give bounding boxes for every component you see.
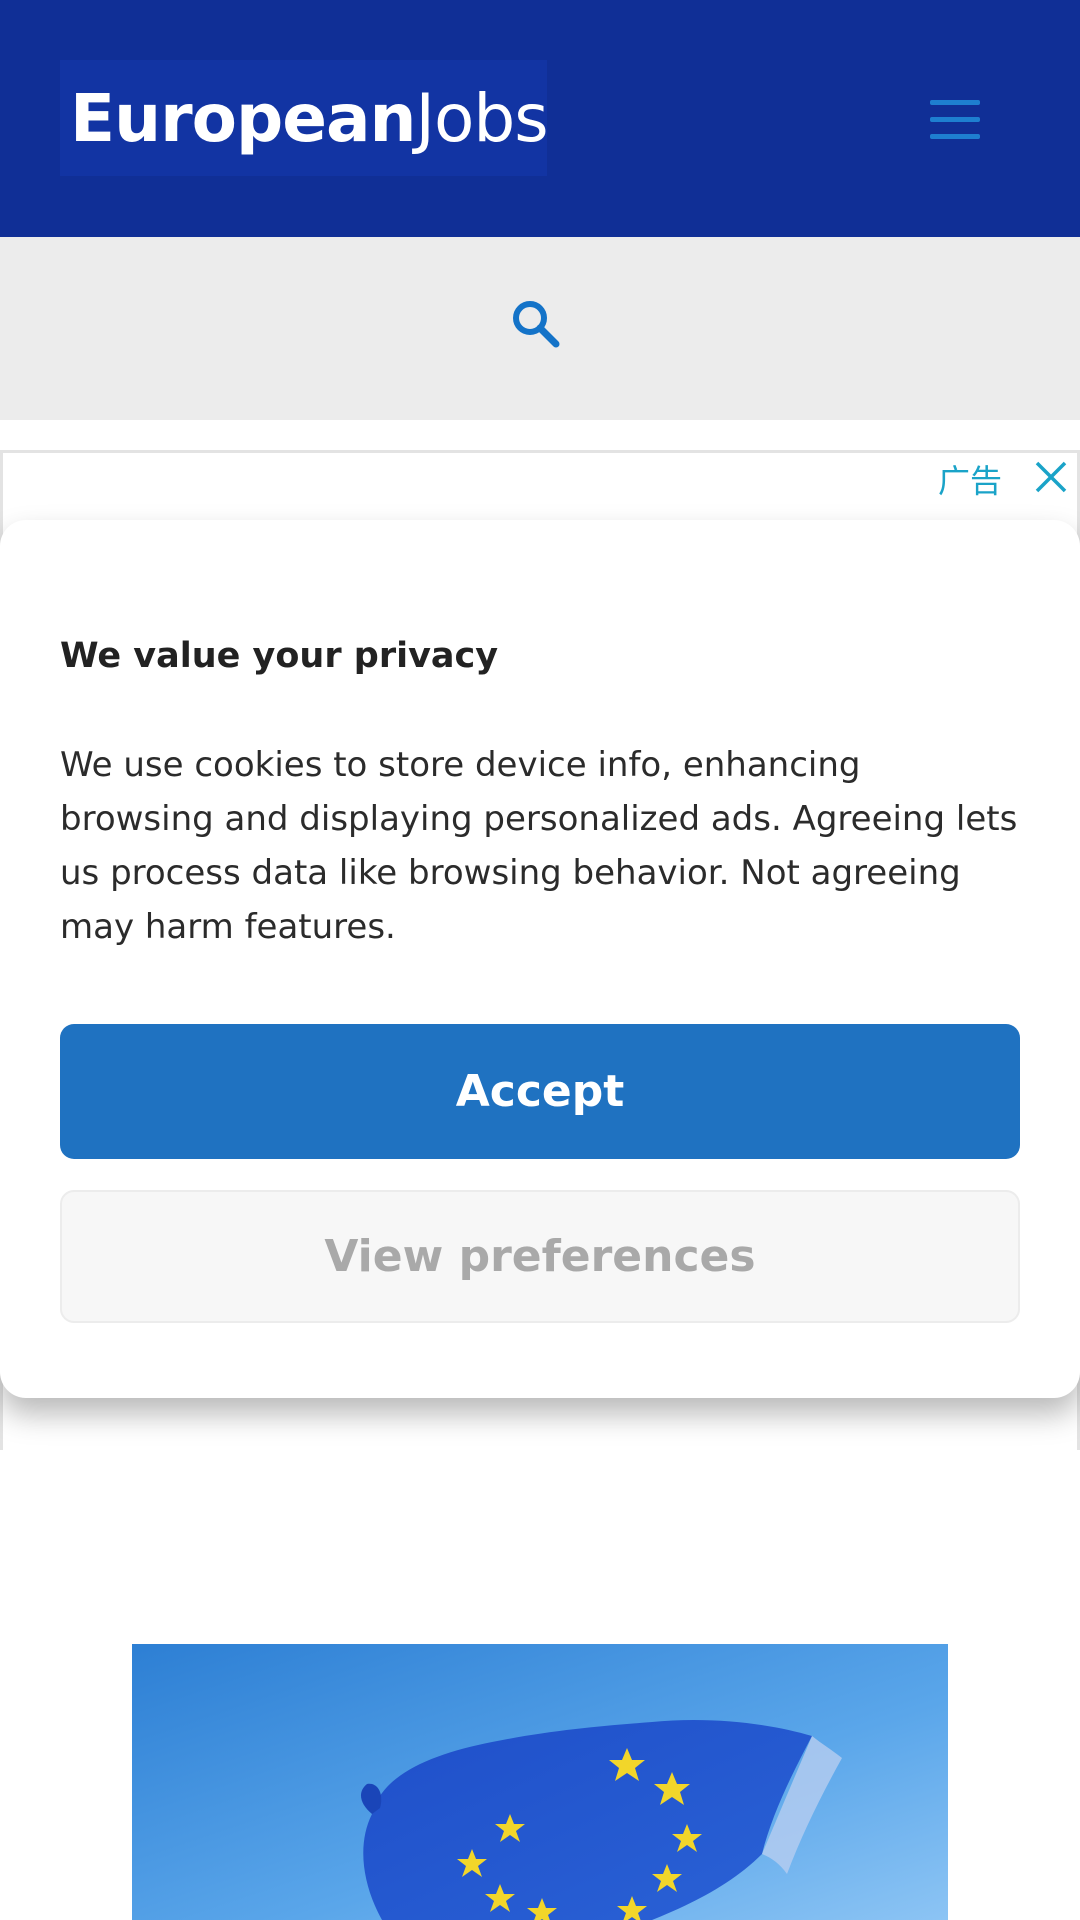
view-preferences-button[interactable]: View preferences: [60, 1190, 1020, 1323]
ad-label: 广告: [937, 462, 1002, 500]
consent-body-text: We use cookies to store device info, enh…: [60, 745, 1018, 947]
page: EuropeanJobs 广告 We value your privacy We…: [0, 0, 1080, 1920]
logo-text: EuropeanJobs: [70, 79, 549, 157]
logo-text-european: European: [70, 79, 416, 157]
consent-title: We value your privacy: [60, 636, 499, 676]
eu-flag-image: [132, 1644, 948, 1920]
menu-bar: [930, 134, 980, 139]
menu-bar: [930, 100, 980, 105]
close-icon[interactable]: [1032, 458, 1070, 496]
accept-button[interactable]: Accept: [60, 1024, 1020, 1159]
site-logo[interactable]: EuropeanJobs: [60, 60, 549, 176]
hamburger-menu-icon[interactable]: [930, 98, 986, 142]
logo-text-jobs: Jobs: [415, 79, 549, 157]
site-header: EuropeanJobs: [0, 0, 1080, 237]
search-icon[interactable]: [510, 298, 562, 350]
menu-bar: [930, 117, 980, 122]
